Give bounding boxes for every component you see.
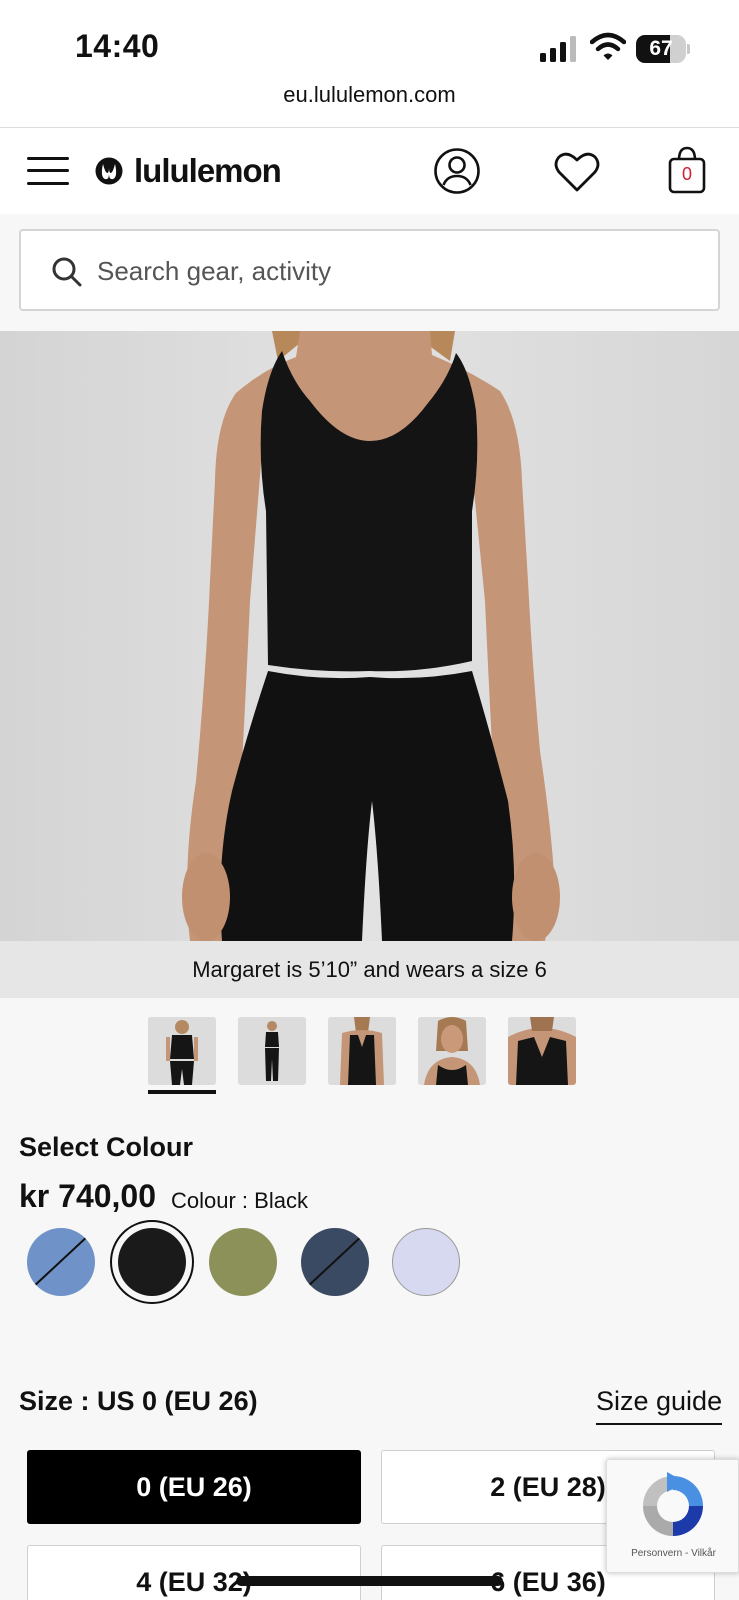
active-thumbnail-indicator <box>148 1090 216 1094</box>
product-photo <box>0 331 739 941</box>
product-image[interactable] <box>0 331 739 941</box>
colour-swatch-blue-denim[interactable] <box>27 1228 95 1296</box>
thumb-full-image <box>238 1017 306 1085</box>
search-area <box>0 214 739 331</box>
wishlist-heart-icon[interactable] <box>553 150 601 194</box>
colour-swatch-olive[interactable] <box>209 1228 277 1296</box>
home-indicator <box>236 1576 503 1586</box>
status-time: 14:40 <box>75 28 160 64</box>
thumb-back-closeup-image <box>508 1017 576 1085</box>
colour-swatch-lavender[interactable] <box>392 1228 460 1296</box>
selected-colour-label: Colour : Black <box>171 1188 308 1213</box>
size-heading: Size : US 0 (EU 26) <box>19 1386 258 1416</box>
thumb-face-image <box>418 1017 486 1085</box>
select-colour-heading: Select Colour <box>19 1132 194 1162</box>
battery-icon: 67 <box>636 35 690 63</box>
size-guide-link[interactable]: Size guide <box>596 1386 723 1425</box>
cellular-signal-icon <box>540 36 576 62</box>
brand-name: lululemon <box>134 152 282 189</box>
search-icon <box>52 257 82 287</box>
thumbnail-1[interactable] <box>148 1017 216 1085</box>
lululemon-logo-icon <box>95 157 123 185</box>
recaptcha-badge[interactable]: Personvern - Vilkår <box>606 1459 739 1573</box>
product-price: kr 740,00 <box>19 1178 157 1214</box>
brand-logo[interactable]: lululemon <box>95 152 282 189</box>
site-header: lululemon 0 <box>0 128 739 214</box>
search-input[interactable] <box>97 249 697 293</box>
model-caption: Margaret is 5’10” and wears a size 6 <box>0 941 739 998</box>
search-box[interactable] <box>19 229 720 311</box>
status-bar: 14:40 67 <box>0 0 739 80</box>
size-option-4[interactable]: 4 (EU 32) <box>27 1545 361 1600</box>
shopping-bag-icon[interactable]: 0 <box>667 145 707 195</box>
wifi-icon <box>590 32 626 60</box>
thumb-front-image <box>148 1017 216 1085</box>
account-icon[interactable] <box>433 147 481 195</box>
url-text: eu.lululemon.com <box>283 82 456 107</box>
thumbnail-3[interactable] <box>328 1017 396 1085</box>
thumbnail-2[interactable] <box>238 1017 306 1085</box>
colour-swatch-black[interactable] <box>118 1228 186 1296</box>
url-bar[interactable]: eu.lululemon.com <box>0 80 739 128</box>
thumbnail-4[interactable] <box>418 1017 486 1085</box>
thumbnail-5[interactable] <box>508 1017 576 1085</box>
thumb-back-image <box>328 1017 396 1085</box>
battery-level: 67 <box>649 37 673 60</box>
recaptcha-links[interactable]: Personvern - Vilkår <box>607 1548 739 1559</box>
menu-icon[interactable] <box>27 155 69 187</box>
colour-swatch-navy[interactable] <box>301 1228 369 1296</box>
bag-count: 0 <box>681 164 692 184</box>
recaptcha-icon <box>643 1472 703 1536</box>
thumbnail-strip <box>0 998 739 1098</box>
size-option-0[interactable]: 0 (EU 26) <box>27 1450 361 1524</box>
